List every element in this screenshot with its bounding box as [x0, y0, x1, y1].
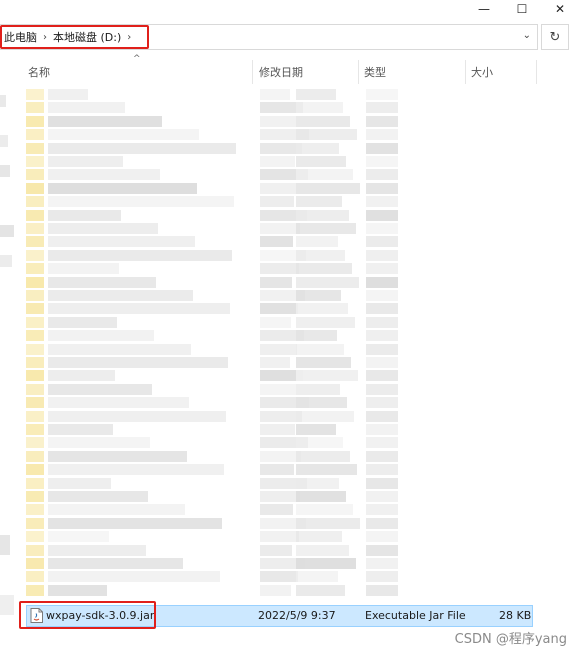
vertical-scrollbar[interactable] — [569, 56, 579, 636]
blurred-row — [26, 570, 546, 583]
file-modified-date: 2022/5/9 9:37 — [258, 609, 336, 622]
chevron-down-icon[interactable]: ⌄ — [523, 30, 531, 41]
blurred-row — [26, 235, 546, 248]
blurred-file-list — [26, 88, 546, 598]
blurred-row — [26, 249, 546, 262]
breadcrumb: 此电脑 › 本地磁盘 (D:) › — [4, 29, 131, 45]
blurred-row — [26, 436, 546, 449]
blurred-row — [26, 182, 546, 195]
column-divider[interactable] — [465, 60, 466, 84]
column-divider[interactable] — [252, 60, 253, 84]
blurred-row — [26, 490, 546, 503]
blurred-row — [26, 410, 546, 423]
file-type: Executable Jar File — [365, 609, 466, 622]
blurred-row — [26, 396, 546, 409]
chevron-right-icon[interactable]: › — [43, 32, 47, 43]
blurred-row — [26, 222, 546, 235]
maximize-icon: ☐ — [516, 2, 528, 16]
blurred-row — [26, 101, 546, 114]
column-divider[interactable] — [536, 60, 537, 84]
blurred-row — [26, 544, 546, 557]
navigation-pane-edge[interactable] — [0, 95, 14, 635]
blurred-row — [26, 463, 546, 476]
blurred-row — [26, 289, 546, 302]
blurred-row — [26, 329, 546, 342]
blurred-row — [26, 530, 546, 543]
refresh-icon: ↻ — [549, 29, 561, 45]
blurred-row — [26, 584, 546, 597]
minimize-icon: — — [478, 2, 490, 16]
blurred-row — [26, 88, 546, 101]
close-icon: ✕ — [554, 2, 566, 16]
column-header-type[interactable]: 类型 — [364, 62, 386, 82]
blurred-row — [26, 557, 546, 570]
blurred-row — [26, 477, 546, 490]
breadcrumb-local-disk-d[interactable]: 本地磁盘 (D:) — [53, 29, 121, 45]
blurred-row — [26, 276, 546, 289]
jar-file-icon — [30, 608, 43, 623]
file-size: 28 KB — [499, 609, 532, 622]
blurred-row — [26, 343, 546, 356]
blurred-row — [26, 503, 546, 516]
close-button[interactable]: ✕ — [541, 0, 579, 18]
column-header-name[interactable]: 名称 — [28, 62, 50, 82]
blurred-row — [26, 450, 546, 463]
blurred-row — [26, 195, 546, 208]
window-controls: — ☐ ✕ — [465, 0, 579, 18]
column-header-date[interactable]: 修改日期 — [259, 62, 303, 82]
watermark-text: CSDN @程序yang — [454, 632, 567, 647]
blurred-row — [26, 302, 546, 315]
blurred-row — [26, 168, 546, 181]
blurred-row — [26, 262, 546, 275]
address-bar[interactable]: 此电脑 › 本地磁盘 (D:) › ⌄ — [0, 24, 538, 50]
blurred-row — [26, 128, 546, 141]
breadcrumb-this-pc[interactable]: 此电脑 — [4, 29, 37, 45]
blurred-row — [26, 517, 546, 530]
blurred-row — [26, 383, 546, 396]
blurred-row — [26, 115, 546, 128]
blurred-row — [26, 423, 546, 436]
maximize-button[interactable]: ☐ — [503, 0, 541, 18]
sort-ascending-icon: ^ — [133, 54, 141, 64]
blurred-row — [26, 356, 546, 369]
minimize-button[interactable]: — — [465, 0, 503, 18]
blurred-row — [26, 209, 546, 222]
chevron-right-icon[interactable]: › — [127, 32, 131, 43]
blurred-row — [26, 316, 546, 329]
file-row-selected[interactable]: wxpay-sdk-3.0.9.jar 2022/5/9 9:37 Execut… — [26, 605, 533, 627]
file-name[interactable]: wxpay-sdk-3.0.9.jar — [46, 609, 154, 622]
column-header-size[interactable]: 大小 — [471, 62, 493, 82]
blurred-row — [26, 142, 546, 155]
refresh-button[interactable]: ↻ — [541, 24, 569, 50]
blurred-row — [26, 369, 546, 382]
blurred-row — [26, 155, 546, 168]
column-divider[interactable] — [358, 60, 359, 84]
